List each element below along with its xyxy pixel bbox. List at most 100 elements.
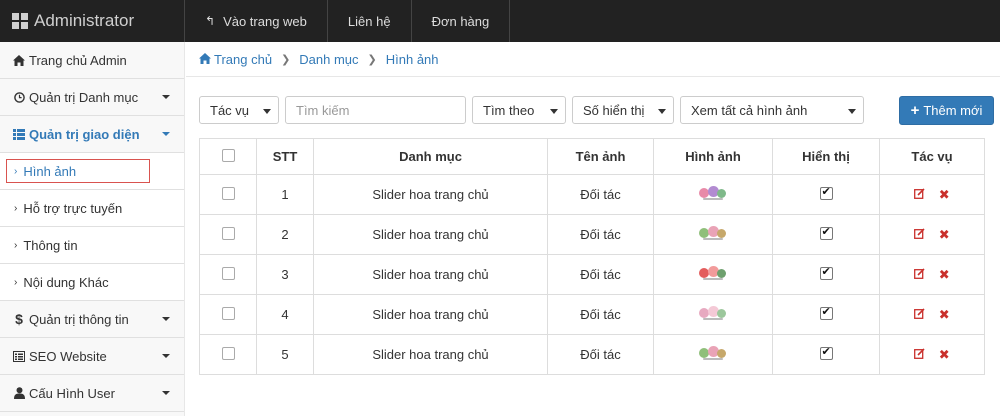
row-actions-cell: ✖ — [879, 334, 985, 375]
row-select-cell — [199, 294, 257, 335]
sidebar-subitem-label: Nội dung Khác — [23, 274, 109, 290]
top-navbar: Administrator ↰ Vào trang web Liên hệ Đơ… — [0, 0, 1000, 42]
clock-icon — [12, 91, 26, 103]
brand[interactable]: Administrator — [0, 0, 185, 42]
image-thumbnail[interactable] — [695, 342, 731, 364]
view-filter-select[interactable]: Xem tất cả hình ảnh — [680, 96, 864, 124]
add-new-button[interactable]: + Thêm mới — [899, 96, 994, 125]
row-image-name: Đối tác — [547, 214, 654, 255]
edit-icon[interactable] — [914, 187, 928, 202]
row-visible-cell — [772, 254, 880, 295]
caret-down-icon — [263, 109, 271, 114]
row-image-name: Đối tác — [547, 294, 654, 335]
sidebar: Trang chủ Admin Quản trị Danh mục Quản t… — [0, 42, 185, 416]
chevron-right-icon: ❯ — [367, 53, 377, 66]
row-checkbox[interactable] — [221, 226, 235, 240]
caret-down-icon — [848, 109, 856, 114]
brand-label: Administrator — [34, 11, 135, 30]
row-image-name: Đối tác — [547, 254, 654, 295]
row-select-cell — [199, 214, 257, 255]
row-actions-cell: ✖ — [879, 254, 985, 295]
row-category: Slider hoa trang chủ — [313, 334, 548, 375]
row-checkbox[interactable] — [221, 266, 235, 280]
page-size-select[interactable]: Số hiển thị — [572, 96, 674, 124]
row-category: Slider hoa trang chủ — [313, 214, 548, 255]
user-icon — [12, 387, 26, 399]
sidebar-item-label: Cấu Hình User — [29, 385, 115, 401]
delete-icon[interactable]: ✖ — [939, 187, 950, 202]
row-image-cell — [653, 294, 773, 335]
sidebar-item-label: Quản trị Danh mục — [29, 89, 139, 105]
sidebar-subitem-label: Hỗ trợ trực tuyến — [23, 200, 123, 216]
visible-checkbox[interactable] — [819, 345, 833, 360]
visible-checkbox[interactable] — [819, 225, 833, 240]
table-row: 3 Slider hoa trang chủ Đối tác ✖ — [199, 254, 985, 295]
row-checkbox[interactable] — [221, 186, 235, 200]
col-actions: Tác vụ — [879, 138, 985, 175]
home-icon — [199, 52, 211, 67]
col-stt: STT — [256, 138, 314, 175]
row-image-cell — [653, 334, 773, 375]
breadcrumb-category[interactable]: Danh mục — [299, 52, 358, 67]
visible-checkbox[interactable] — [819, 185, 833, 200]
sidebar-subitem-label: Thông tin — [23, 237, 78, 253]
edit-icon[interactable] — [914, 347, 928, 362]
sidebar-item-user-config[interactable]: Cấu Hình User — [0, 375, 184, 412]
sidebar-item-interface-admin[interactable]: Quản trị giao diện — [0, 116, 184, 153]
visible-checkbox[interactable] — [819, 305, 833, 320]
search-by-select[interactable]: Tìm theo — [472, 96, 566, 124]
edit-icon[interactable] — [914, 307, 928, 322]
sidebar-subitem-other-content[interactable]: › Nội dung Khác — [0, 264, 184, 301]
sidebar-item-seo[interactable]: SEO Website — [0, 338, 184, 375]
breadcrumb-home[interactable]: Trang chủ — [214, 52, 272, 67]
row-stt: 2 — [256, 214, 314, 255]
sidebar-subitem-info[interactable]: › Thông tin — [0, 227, 184, 264]
delete-icon[interactable]: ✖ — [939, 227, 950, 242]
chevron-right-icon: › — [14, 202, 18, 214]
search-input[interactable] — [285, 96, 466, 124]
nav-visit-website[interactable]: ↰ Vào trang web — [185, 0, 328, 42]
sidebar-subitem-online-support[interactable]: › Hỗ trợ trực tuyến — [0, 190, 184, 227]
row-stt: 4 — [256, 294, 314, 335]
image-thumbnail[interactable] — [695, 182, 731, 204]
add-new-label: Thêm mới — [923, 103, 983, 118]
visible-checkbox[interactable] — [819, 265, 833, 280]
delete-icon[interactable]: ✖ — [939, 267, 950, 282]
nav-orders[interactable]: Đơn hàng — [412, 0, 511, 42]
breadcrumb-images[interactable]: Hình ảnh — [386, 52, 439, 67]
chevron-right-icon: › — [14, 276, 18, 288]
row-image-name: Đối tác — [547, 174, 654, 215]
image-thumbnail[interactable] — [695, 222, 731, 244]
main-content: Trang chủ ❯ Danh mục ❯ Hình ảnh Tác vụ T… — [186, 42, 1000, 416]
select-all-checkbox[interactable] — [221, 148, 235, 162]
plus-icon: + — [910, 102, 920, 119]
sidebar-item-admin-home[interactable]: Trang chủ Admin — [0, 42, 184, 79]
sidebar-item-info-admin[interactable]: $ Quản trị thông tin — [0, 301, 184, 338]
action-select[interactable]: Tác vụ — [199, 96, 279, 124]
nav-contact[interactable]: Liên hệ — [328, 0, 412, 42]
list-alt-icon — [12, 350, 26, 362]
delete-icon[interactable]: ✖ — [939, 347, 950, 362]
row-stt: 1 — [256, 174, 314, 215]
selection-highlight — [6, 159, 150, 183]
action-select-value: Tác vụ — [210, 102, 250, 118]
nav-visit-website-label: Vào trang web — [223, 13, 307, 29]
toolbar: Tác vụ Tìm theo Số hiển thị Xem tất cả h… — [199, 96, 864, 124]
col-image-name: Tên ảnh — [547, 138, 654, 175]
delete-icon[interactable]: ✖ — [939, 307, 950, 322]
edit-icon[interactable] — [914, 267, 928, 282]
grid-icon — [12, 13, 28, 29]
row-checkbox[interactable] — [221, 346, 235, 360]
edit-icon[interactable] — [914, 227, 928, 242]
image-thumbnail[interactable] — [695, 302, 731, 324]
caret-down-icon — [162, 95, 170, 99]
sidebar-subitem-images[interactable]: › Hình ảnh — [0, 153, 184, 190]
row-actions-cell: ✖ — [879, 294, 985, 335]
row-checkbox[interactable] — [221, 306, 235, 320]
sidebar-item-category-admin[interactable]: Quản trị Danh mục — [0, 79, 184, 116]
col-category: Danh mục — [313, 138, 548, 175]
sidebar-item-label: Quản trị giao diện — [29, 126, 140, 142]
row-visible-cell — [772, 294, 880, 335]
image-thumbnail[interactable] — [695, 262, 731, 284]
row-image-cell — [653, 174, 773, 215]
